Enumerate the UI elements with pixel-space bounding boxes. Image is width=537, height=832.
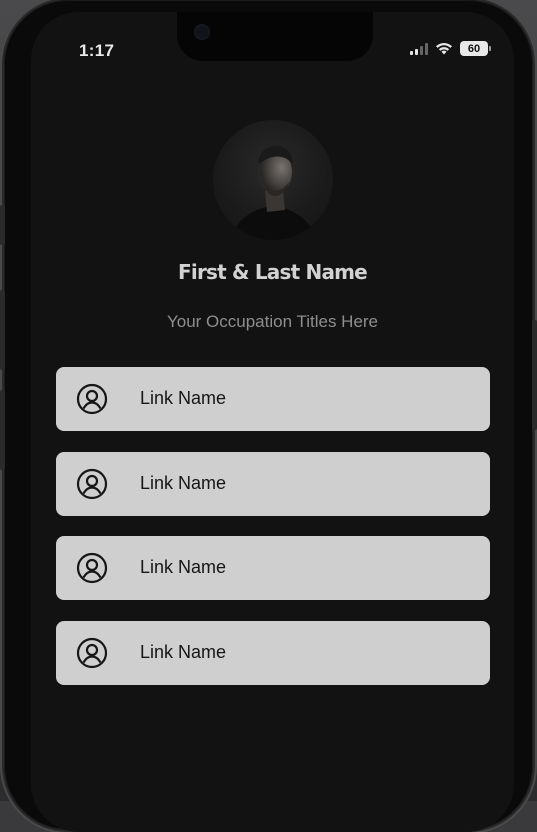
wifi-icon xyxy=(436,43,452,55)
volume-down-button xyxy=(0,390,5,470)
link-button-3[interactable]: Link Name xyxy=(56,536,490,600)
status-indicators: 60 xyxy=(410,41,491,56)
link-label: Link Name xyxy=(140,472,227,493)
link-list: Link Name Link Name Link Name Link Name xyxy=(56,367,490,705)
profile-name: First & Last Name xyxy=(178,260,368,284)
volume-up-button xyxy=(0,290,5,370)
action-button xyxy=(0,205,5,245)
avatar[interactable] xyxy=(213,120,333,240)
front-camera xyxy=(194,24,210,40)
screen: 1:17 60 First & Last Name Your Occupatio… xyxy=(31,12,514,832)
link-label: Link Name xyxy=(140,388,227,408)
person-photo xyxy=(231,145,317,240)
link-button-4[interactable]: Link Name xyxy=(56,620,490,685)
profile-title: Your Occupation Titles Here xyxy=(166,312,379,331)
link-button-2[interactable]: Link Name xyxy=(56,451,490,516)
battery-icon: 60 xyxy=(460,41,491,56)
phone-frame: 1:17 60 First & Last Name Your Occupatio… xyxy=(0,0,537,832)
link-label: Link Name xyxy=(140,557,227,577)
link-label: Link Name xyxy=(140,641,227,662)
user-circle-icon xyxy=(76,637,108,668)
cellular-signal-icon xyxy=(410,42,428,55)
power-button xyxy=(532,320,537,430)
user-circle-icon xyxy=(76,468,108,499)
user-circle-icon xyxy=(76,383,108,415)
user-circle-icon xyxy=(76,552,108,584)
status-time: 1:17 xyxy=(79,41,115,60)
link-button-1[interactable]: Link Name xyxy=(56,367,490,431)
